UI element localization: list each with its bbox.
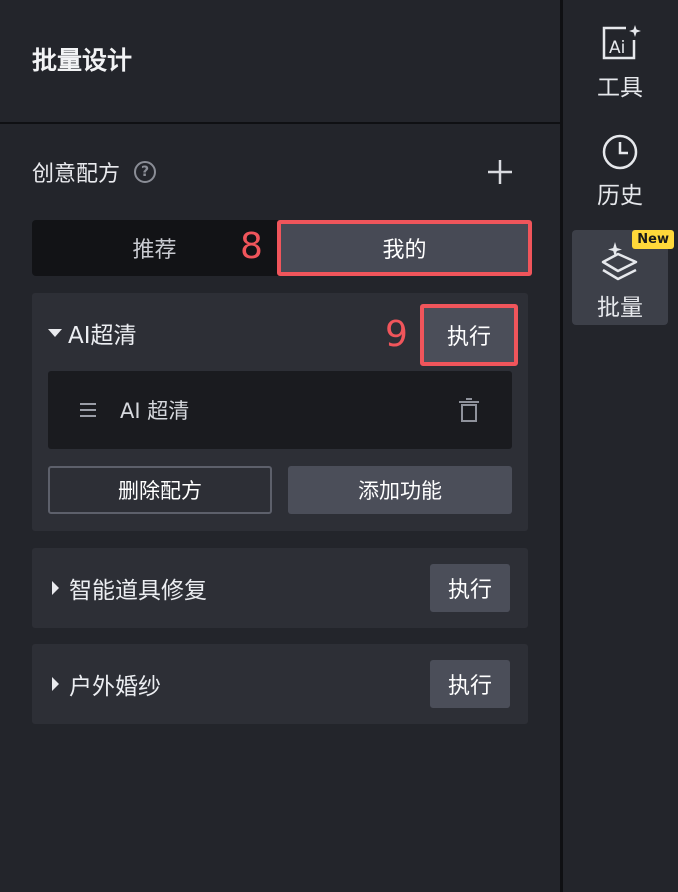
svg-text:Ai: Ai bbox=[609, 38, 625, 58]
trash-icon[interactable] bbox=[456, 397, 482, 423]
panel-header: 批量设计 bbox=[0, 0, 560, 124]
recipe-title: 户外婚纱 bbox=[69, 674, 161, 700]
add-feature-button[interactable]: 添加功能 bbox=[288, 466, 512, 514]
annotation-marker-8: 8 bbox=[240, 226, 263, 267]
panel-title: 批量设计 bbox=[32, 46, 133, 75]
recipe-card-outdoor-wedding: 户外婚纱 执行 bbox=[32, 644, 528, 724]
recipe-card-prop-repair: 智能道具修复 执行 bbox=[32, 548, 528, 628]
recipe-title: 智能道具修复 bbox=[69, 578, 207, 604]
new-badge: New bbox=[632, 230, 674, 249]
feature-label: AI 超清 bbox=[120, 399, 190, 423]
sidebar-item-history[interactable]: 历史 bbox=[572, 122, 668, 217]
sidebar-label: 工具 bbox=[597, 75, 643, 101]
recipe-section-header: 创意配方 ? bbox=[32, 152, 520, 192]
annotation-marker-9: 9 bbox=[385, 314, 408, 355]
caret-down-icon[interactable] bbox=[48, 329, 62, 337]
caret-right-icon[interactable] bbox=[52, 581, 59, 595]
recipe-tabs: 推荐 我的 bbox=[32, 220, 532, 276]
execute-button[interactable]: 执行 bbox=[430, 660, 510, 708]
plus-icon[interactable] bbox=[484, 156, 516, 188]
sidebar-label: 历史 bbox=[597, 183, 643, 209]
tab-mine[interactable]: 我的 bbox=[277, 220, 532, 276]
recipe-title: AI超清 bbox=[68, 323, 137, 349]
sidebar-label: 批量 bbox=[597, 295, 643, 321]
right-sidebar: Ai 工具 历史 New 批量 bbox=[563, 0, 678, 892]
ai-image-icon: Ai bbox=[602, 25, 641, 60]
drag-handle-icon[interactable] bbox=[80, 403, 96, 417]
execute-button-ai-hd[interactable]: 执行 bbox=[420, 304, 518, 366]
help-circle-icon[interactable]: ? bbox=[134, 161, 157, 183]
delete-recipe-button[interactable]: 删除配方 bbox=[48, 466, 272, 514]
sidebar-item-tools[interactable]: Ai 工具 bbox=[572, 14, 668, 109]
section-title: 创意配方 bbox=[32, 162, 121, 187]
caret-right-icon[interactable] bbox=[52, 677, 59, 691]
feature-item[interactable]: AI 超清 bbox=[48, 371, 512, 449]
execute-button[interactable]: 执行 bbox=[430, 564, 510, 612]
clock-icon bbox=[602, 134, 638, 170]
sidebar-item-batch[interactable]: New 批量 bbox=[572, 230, 674, 325]
batch-design-panel: 批量设计 创意配方 ? 推荐 我的 8 AI超清 AI 超清 删除配方 添加功能… bbox=[0, 0, 560, 892]
